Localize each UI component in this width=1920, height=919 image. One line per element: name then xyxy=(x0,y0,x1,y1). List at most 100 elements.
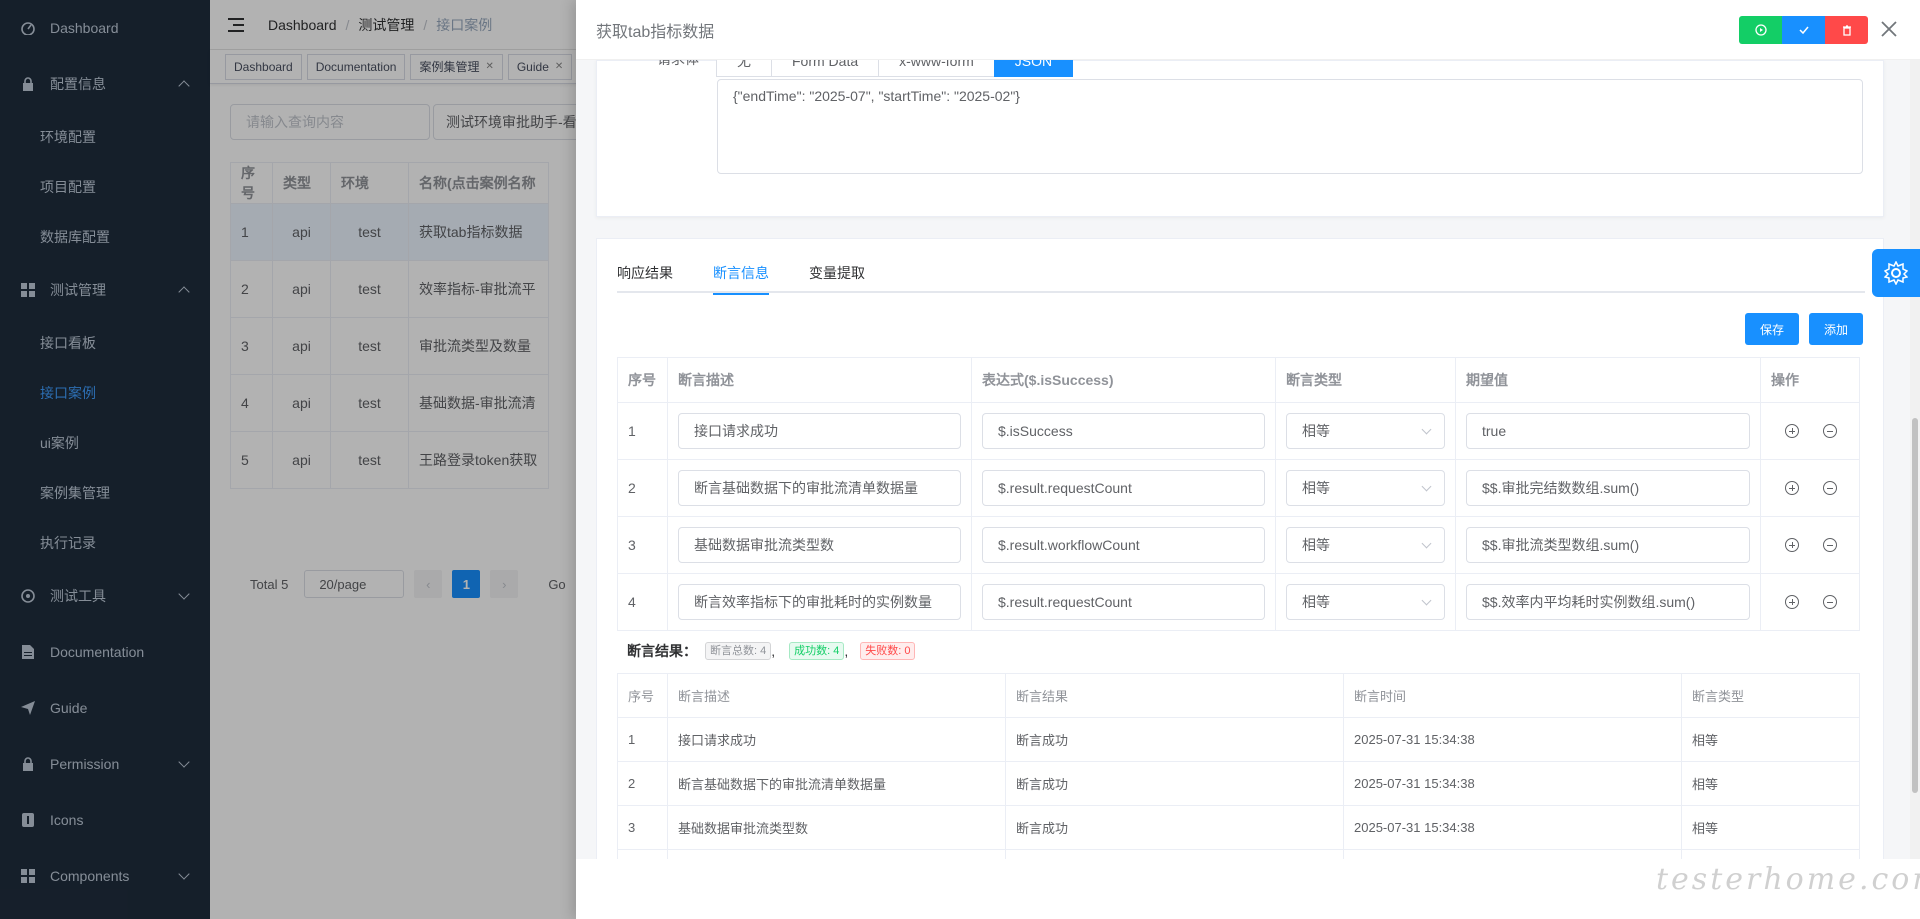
assert-expr-input[interactable]: $.result.requestCount xyxy=(982,584,1265,620)
assert-desc-input[interactable]: 基础数据审批流类型数 xyxy=(678,527,961,563)
table-row: 2 断言基础数据下的审批流清单数据量 $.result.requestCount… xyxy=(617,459,1860,517)
gear-icon xyxy=(1884,261,1908,285)
add-circle-icon[interactable] xyxy=(1785,538,1799,552)
cell: 4 xyxy=(617,573,668,631)
assert-desc-input[interactable]: 接口请求成功 xyxy=(678,413,961,449)
cell: 2025-07-31 15:34:38 xyxy=(1343,805,1682,850)
col-header: 断言类型 xyxy=(1681,673,1860,718)
assert-expr-input[interactable]: $.result.requestCount xyxy=(982,470,1265,506)
cell: 断言基础数据下的审批流清单数据量 xyxy=(667,761,1006,806)
table-row xyxy=(617,849,1860,859)
cell: 断言成功 xyxy=(1005,805,1344,850)
cell: 2 xyxy=(617,459,668,517)
assert-result-label: 断言结果： xyxy=(627,643,697,659)
cell: 相等 xyxy=(1681,805,1860,850)
save-button[interactable]: 保存 xyxy=(1744,313,1799,345)
total-count-tag: 断言总数: 4 xyxy=(705,642,772,660)
request-body-label: 请求体 xyxy=(657,60,699,69)
assertion-table: 序号 断言描述 表达式($.isSuccess) 断言类型 期望值 操作 1 接… xyxy=(617,357,1860,631)
drawer-body: 请求体 无 Form Data x-www-form JSON {"endTim… xyxy=(576,60,1920,859)
select-value: 相等 xyxy=(1302,594,1330,610)
cell: 2025-07-31 15:34:38 xyxy=(1343,717,1682,762)
fail-count-tag: 失败数: 0 xyxy=(860,642,916,660)
assert-type-select[interactable]: 相等 xyxy=(1286,413,1445,449)
remove-circle-icon[interactable] xyxy=(1823,424,1837,438)
cell: 2025-07-31 15:34:38 xyxy=(1343,761,1682,806)
cell: 相等 xyxy=(1681,761,1860,806)
add-circle-icon[interactable] xyxy=(1785,595,1799,609)
col-header: 断言类型 xyxy=(1275,357,1456,403)
add-circle-icon[interactable] xyxy=(1785,481,1799,495)
body-tab-none[interactable]: 无 xyxy=(716,60,772,77)
cell: 断言成功 xyxy=(1005,717,1344,762)
chevron-down-icon xyxy=(1421,424,1432,435)
col-header: 断言描述 xyxy=(667,357,972,403)
assert-desc-input[interactable]: 断言基础数据下的审批流清单数据量 xyxy=(678,470,961,506)
body-tab-json[interactable]: JSON xyxy=(993,60,1074,77)
assert-expect-input[interactable]: true xyxy=(1466,413,1750,449)
body-tab-x-www-form[interactable]: x-www-form xyxy=(878,60,995,77)
assert-expr-input[interactable]: $.isSuccess xyxy=(982,413,1265,449)
cell: 1 xyxy=(617,402,668,460)
select-value: 相等 xyxy=(1302,537,1330,553)
chevron-down-icon xyxy=(1421,481,1432,492)
json-body-textarea[interactable]: {"endTime": "2025-07", "startTime": "202… xyxy=(717,79,1863,174)
assertion-card: 响应结果 断言信息 变量提取 保存 添加 序号 断言描述 表达式($.isSuc… xyxy=(596,238,1884,859)
cell: 接口请求成功 xyxy=(667,717,1006,762)
col-header: 断言描述 xyxy=(667,673,1006,718)
settings-gear-button[interactable] xyxy=(1872,249,1920,297)
watermark: testerhome.com xyxy=(1656,862,1920,897)
add-circle-icon[interactable] xyxy=(1785,424,1799,438)
assert-type-select[interactable]: 相等 xyxy=(1286,470,1445,506)
cell: 断言成功 xyxy=(1005,761,1344,806)
assert-expr-input[interactable]: $.result.workflowCount xyxy=(982,527,1265,563)
col-header: 断言时间 xyxy=(1343,673,1682,718)
assert-result-summary: 断言结果： 断言总数: 4, 成功数: 4, 失败数: 0 xyxy=(627,641,916,661)
add-button[interactable]: 添加 xyxy=(1808,313,1863,345)
remove-circle-icon[interactable] xyxy=(1823,538,1837,552)
tab-response[interactable]: 响应结果 xyxy=(617,253,673,293)
body-tab-form-data[interactable]: Form Data xyxy=(771,60,880,77)
col-header: 表达式($.isSuccess) xyxy=(971,357,1276,403)
table-row: 1 接口请求成功 $.isSuccess 相等 true xyxy=(617,402,1860,460)
result-tabs: 响应结果 断言信息 变量提取 xyxy=(617,253,1865,295)
assert-type-select[interactable]: 相等 xyxy=(1286,527,1445,563)
assert-type-select[interactable]: 相等 xyxy=(1286,584,1445,620)
col-header: 操作 xyxy=(1760,357,1860,403)
cell: 1 xyxy=(617,717,668,762)
cell: 基础数据审批流类型数 xyxy=(667,805,1006,850)
col-header: 序号 xyxy=(617,357,668,403)
trash-icon xyxy=(1842,25,1851,36)
chevron-down-icon xyxy=(1421,595,1432,606)
select-value: 相等 xyxy=(1302,480,1330,496)
cell: 2 xyxy=(617,761,668,806)
body-type-tabs: 无 Form Data x-www-form JSON xyxy=(716,60,1074,77)
scroll-thumb[interactable] xyxy=(1912,418,1918,793)
drawer-scrollbar[interactable] xyxy=(1910,60,1920,859)
cell: 3 xyxy=(617,516,668,574)
run-button[interactable] xyxy=(1739,16,1782,44)
tab-assertions[interactable]: 断言信息 xyxy=(713,253,769,295)
close-icon[interactable] xyxy=(1880,20,1898,38)
assert-desc-input[interactable]: 断言效率指标下的审批耗时的实例数量 xyxy=(678,584,961,620)
select-value: 相等 xyxy=(1302,423,1330,439)
tab-variable-extract[interactable]: 变量提取 xyxy=(809,253,865,293)
table-row: 3 基础数据审批流类型数 断言成功 2025-07-31 15:34:38 相等 xyxy=(617,805,1860,850)
assert-expect-input[interactable]: $$.审批完结数数组.sum() xyxy=(1466,470,1750,506)
check-icon xyxy=(1798,26,1809,35)
chevron-down-icon xyxy=(1421,538,1432,549)
confirm-button[interactable] xyxy=(1782,16,1825,44)
cell: 3 xyxy=(617,805,668,850)
col-header: 期望值 xyxy=(1455,357,1761,403)
assert-expect-input[interactable]: $$.效率内平均耗时实例数组.sum() xyxy=(1466,584,1750,620)
table-row: 3 基础数据审批流类型数 $.result.workflowCount 相等 $… xyxy=(617,516,1860,574)
remove-circle-icon[interactable] xyxy=(1823,595,1837,609)
success-count-tag: 成功数: 4 xyxy=(789,642,845,660)
table-row: 4 断言效率指标下的审批耗时的实例数量 $.result.requestCoun… xyxy=(617,573,1860,631)
delete-button[interactable] xyxy=(1825,16,1868,44)
case-drawer: 获取tab指标数据 请求体 无 Form Data x-www-form JSO… xyxy=(576,0,1920,919)
remove-circle-icon[interactable] xyxy=(1823,481,1837,495)
play-circle-icon xyxy=(1754,24,1767,36)
assert-expect-input[interactable]: $$.审批流类型数组.sum() xyxy=(1466,527,1750,563)
col-header: 序号 xyxy=(617,673,668,718)
